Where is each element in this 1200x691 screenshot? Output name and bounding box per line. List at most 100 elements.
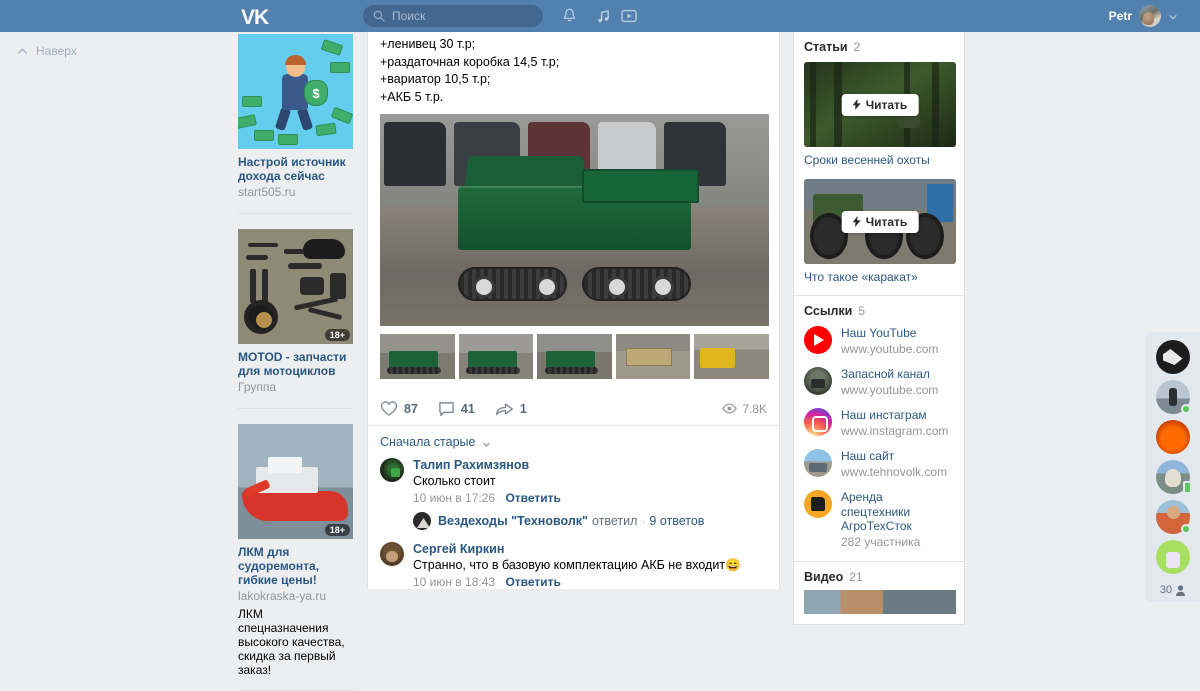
comment-thread-summary[interactable]: Вездеходы "Техноволк" ответил · 9 ответо…: [368, 505, 779, 530]
read-article-button[interactable]: Читать: [841, 93, 919, 116]
share-arrow-icon: [495, 402, 513, 415]
link-name[interactable]: Наш инстаграм: [841, 408, 948, 423]
page-body: Наверх Настрой источник дохода сейчас: [0, 32, 1200, 691]
friend-avatar[interactable]: [1155, 420, 1190, 454]
video-title: Видео: [804, 570, 844, 584]
read-article-label: Читать: [865, 97, 908, 112]
ad-card[interactable]: 18+ MOTOD - запчасти для мотоциклов Груп…: [238, 227, 353, 395]
thread-replies-count[interactable]: 9 ответов: [649, 514, 704, 528]
online-friends-count[interactable]: 30: [1160, 584, 1186, 596]
link-subtitle: www.tehnovolk.com: [841, 464, 948, 479]
heart-icon: [380, 401, 398, 416]
view-count-indicator: 7.8K: [722, 402, 767, 416]
top-navigation-bar: VK Поиск Petr: [0, 0, 1200, 32]
ad-domain: start505.ru: [238, 185, 296, 199]
post-thumbnail[interactable]: [615, 334, 691, 379]
article-title[interactable]: Что такое «каракат»: [804, 270, 954, 285]
ad-image[interactable]: [238, 34, 353, 149]
comment-text: Странно, что в базовую комплектацию АКБ …: [413, 558, 741, 572]
thread-action-text: ответил: [591, 514, 638, 528]
share-button[interactable]: 1: [495, 401, 527, 417]
link-name[interactable]: Аренда спецтехники АгроТехСток: [841, 490, 954, 534]
comment-count: 41: [460, 401, 475, 416]
ad-title[interactable]: MOTOD - запчасти для мотоциклов: [238, 350, 353, 378]
notifications-bell-icon[interactable]: [560, 7, 578, 25]
music-note-icon[interactable]: [594, 7, 612, 25]
link-name[interactable]: Наш YouTube: [841, 326, 938, 341]
post-text-line: +вариатор 10,5 т.р;: [380, 72, 491, 86]
link-subtitle: www.instagram.com: [841, 423, 949, 438]
post-thumbnail[interactable]: [458, 334, 534, 379]
avatar[interactable]: [413, 512, 431, 530]
link-item[interactable]: Наш инстаграм www.instagram.com: [804, 408, 954, 438]
avatar[interactable]: [380, 542, 404, 566]
view-count: 7.8K: [742, 401, 767, 416]
link-name[interactable]: Запасной канал: [841, 367, 938, 382]
articles-count: 2: [853, 40, 861, 54]
comment-button[interactable]: 41: [438, 401, 475, 417]
ad-title[interactable]: Настрой источник дохода сейчас: [238, 155, 353, 183]
post-thumbnail[interactable]: [537, 334, 612, 379]
ad-image[interactable]: 18+: [238, 424, 353, 539]
vk-logo-icon[interactable]: VK: [238, 6, 278, 28]
article-title[interactable]: Сроки весенней охоты: [804, 153, 954, 168]
articles-block: Статьи 2 Читать Сроки весенней охоты Чит…: [793, 32, 965, 296]
ad-title[interactable]: ЛКМ для судоремонта, гибкие цены!: [238, 545, 353, 587]
articles-title: Статьи: [804, 40, 848, 54]
read-article-button[interactable]: Читать: [841, 210, 919, 233]
user-name: Petr: [1108, 9, 1132, 23]
thread-author[interactable]: Вездеходы "Техноволк": [438, 514, 588, 528]
comment-timestamp: 10 июн в 17:26: [413, 491, 496, 505]
age-restriction-badge: 18+: [324, 524, 350, 536]
comment-item: Сергей Киркин Странно, что в базовую ком…: [368, 530, 779, 589]
link-item[interactable]: Наш YouTube www.youtube.com: [804, 326, 954, 356]
chevron-down-icon[interactable]: [1168, 11, 1178, 21]
link-item[interactable]: Запасной канал www.youtube.com: [804, 367, 954, 397]
avatar[interactable]: [1139, 5, 1161, 27]
comments-sort-row: Сначала старые: [368, 426, 779, 453]
comment-author[interactable]: Талип Рахимзянов: [413, 458, 529, 472]
youtube-icon: [804, 326, 832, 354]
post-thumbnail[interactable]: [380, 334, 455, 379]
eye-icon: [722, 403, 738, 414]
link-subtitle: 282 участника: [841, 534, 921, 549]
ad-domain: Группа: [238, 380, 277, 394]
video-count: 21: [849, 570, 863, 584]
read-article-label: Читать: [865, 214, 908, 229]
article-thumbnail[interactable]: Читать: [804, 62, 956, 147]
share-count: 1: [519, 401, 527, 416]
ad-image[interactable]: 18+: [238, 229, 353, 344]
website-avatar: [804, 449, 832, 477]
comment-reply-button[interactable]: Ответить: [505, 491, 560, 505]
comment-reply-button[interactable]: Ответить: [505, 575, 560, 589]
ad-card[interactable]: Настрой источник дохода сейчас start505.…: [238, 32, 353, 200]
post-text-line: +раздаточная коробка 14,5 т.р;: [380, 54, 560, 69]
avatar[interactable]: [380, 458, 404, 482]
friend-avatar[interactable]: [1155, 380, 1191, 414]
link-item[interactable]: Наш сайт www.tehnovolk.com: [804, 449, 954, 479]
scroll-to-top-button[interactable]: Наверх: [17, 44, 77, 58]
friend-avatar[interactable]: [1155, 500, 1191, 534]
link-item[interactable]: Аренда спецтехники АгроТехСток 282 участ…: [804, 490, 954, 549]
links-block: Ссылки 5 Наш YouTube www.youtube.com Зап…: [793, 296, 965, 562]
post-thumbnail[interactable]: [694, 334, 769, 379]
article-thumbnail[interactable]: Читать: [804, 179, 956, 264]
friend-avatar[interactable]: [1155, 340, 1190, 374]
search-input[interactable]: Поиск: [363, 5, 543, 27]
link-name[interactable]: Наш сайт: [841, 449, 947, 464]
link-subtitle: www.youtube.com: [841, 382, 939, 397]
comment-author[interactable]: Сергей Киркин: [413, 542, 504, 556]
user-menu[interactable]: Petr: [1109, 0, 1178, 32]
like-button[interactable]: 87: [380, 400, 418, 417]
links-count: 5: [858, 304, 866, 318]
right-sidebar: Статьи 2 Читать Сроки весенней охоты Чит…: [793, 32, 965, 625]
comments-sort-selector[interactable]: Сначала старые: [380, 435, 491, 449]
post-main-photo[interactable]: [380, 114, 769, 326]
ad-card[interactable]: 18+ ЛКМ для судоремонта, гибкие цены! la…: [238, 422, 353, 677]
divider: [238, 213, 353, 214]
friend-avatar[interactable]: [1155, 460, 1192, 494]
video-play-icon[interactable]: [620, 7, 638, 25]
video-thumbnail[interactable]: [804, 590, 956, 614]
divider: [238, 408, 353, 409]
comment-item: Талип Рахимзянов Сколько стоит 10 июн в …: [368, 453, 779, 505]
